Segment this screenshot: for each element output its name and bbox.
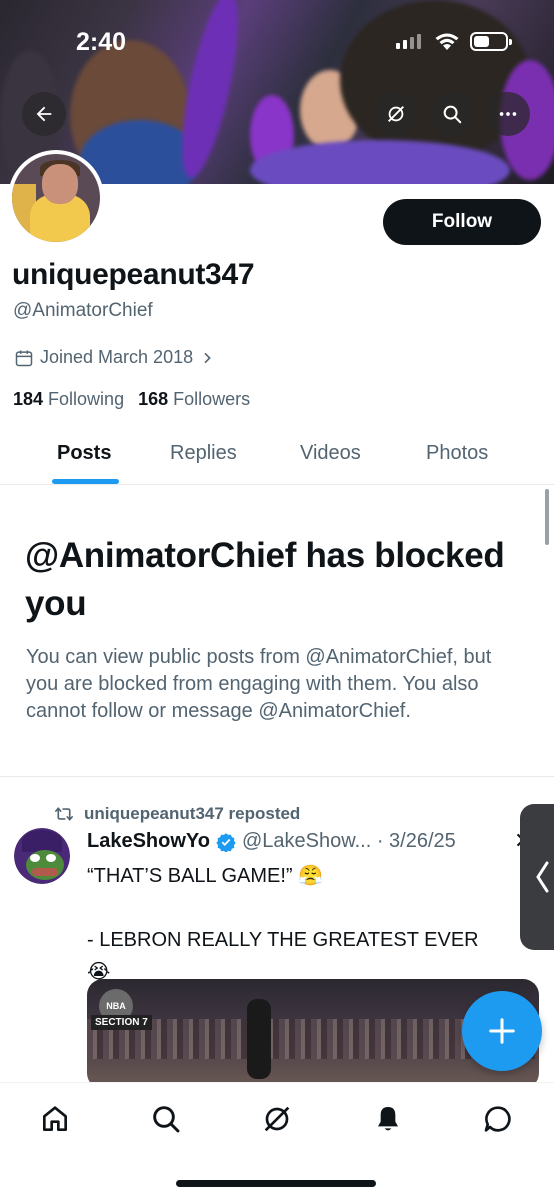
arrow-left-icon	[36, 106, 52, 122]
message-icon	[484, 1106, 511, 1132]
nav-grok[interactable]	[257, 1099, 297, 1139]
profile-avatar[interactable]	[8, 150, 104, 246]
chevron-left-icon	[536, 861, 549, 893]
following-link[interactable]: 184 Following	[13, 389, 124, 410]
following-count: 184	[13, 389, 44, 409]
active-tab-indicator	[52, 479, 119, 484]
followers-count: 168	[138, 389, 169, 409]
side-panel-handle[interactable]	[520, 804, 554, 950]
post-header: LakeShowYo @LakeShow... · 3/26/25	[87, 830, 456, 853]
bell-icon	[378, 1107, 398, 1131]
divider	[0, 776, 554, 777]
followers-link[interactable]: 168 Followers	[138, 389, 250, 410]
profile-handle: @AnimatorChief	[13, 300, 153, 321]
follow-button[interactable]: Follow	[383, 199, 541, 245]
display-name: uniquepeanut347	[12, 258, 255, 291]
nav-home[interactable]	[35, 1099, 75, 1139]
battery-icon	[470, 32, 512, 51]
post-author-name[interactable]: LakeShowYo	[87, 830, 210, 853]
search-icon	[153, 1106, 180, 1133]
status-time: 2:40	[76, 28, 127, 56]
repost-label: uniquepeanut347 reposted	[84, 804, 301, 823]
nav-search[interactable]	[146, 1099, 186, 1139]
home-icon	[43, 1106, 67, 1131]
back-button[interactable]	[22, 92, 66, 136]
following-label: Following	[48, 389, 125, 409]
blocked-description: You can view public posts from @Animator…	[26, 646, 492, 722]
tab-videos[interactable]: Videos	[300, 442, 361, 465]
grok-button[interactable]	[374, 92, 418, 136]
more-button[interactable]	[486, 92, 530, 136]
follow-counts: 184 Following 168 Followers	[13, 389, 250, 410]
calendar-icon	[15, 350, 33, 366]
compose-button[interactable]	[462, 991, 542, 1071]
chevron-right-icon	[204, 352, 211, 363]
followers-label: Followers	[173, 389, 251, 409]
blocked-title: @AnimatorChief has blocked you	[25, 536, 505, 623]
search-icon	[443, 105, 462, 124]
profile-tabs: Posts Replies Videos Photos	[0, 420, 554, 485]
tab-photos[interactable]: Photos	[426, 442, 488, 465]
grok-icon	[388, 106, 404, 122]
home-indicator[interactable]	[176, 1180, 376, 1187]
joined-date[interactable]: Joined March 2018	[14, 347, 215, 368]
cellular-signal-icon	[396, 34, 421, 49]
scrollbar[interactable]	[545, 489, 549, 545]
media-section-label: SECTION 7	[91, 1015, 152, 1030]
status-bar: 2:40	[0, 26, 554, 56]
repost-icon	[54, 807, 73, 821]
repost-indicator: uniquepeanut347 reposted	[54, 804, 300, 824]
grok-icon	[264, 1106, 290, 1132]
wifi-icon	[435, 33, 459, 50]
joined-label: Joined March 2018	[40, 347, 194, 367]
verified-badge-icon	[216, 832, 236, 852]
more-icon	[499, 112, 517, 116]
tab-replies[interactable]: Replies	[170, 442, 237, 465]
nav-messages[interactable]	[478, 1099, 518, 1139]
plus-icon	[489, 1018, 515, 1044]
post-author-avatar[interactable]	[14, 828, 70, 884]
tab-posts[interactable]: Posts	[57, 442, 111, 465]
nav-notifications[interactable]	[368, 1099, 408, 1139]
search-button[interactable]	[430, 92, 474, 136]
post-handle-date: @LakeShow... · 3/26/25	[242, 830, 456, 852]
